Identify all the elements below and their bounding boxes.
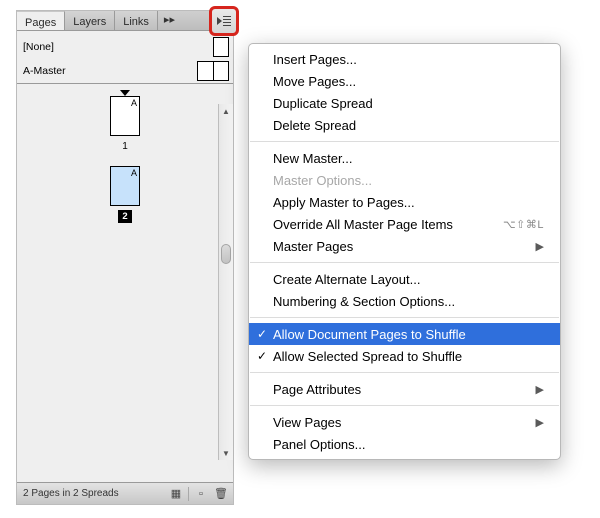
- menu-item-label: Page Attributes: [273, 382, 536, 397]
- panel-flyout-button[interactable]: [209, 6, 239, 36]
- menu-item[interactable]: Override All Master Page Items⌥⇧⌘L: [249, 213, 560, 235]
- page-number: 2: [118, 210, 131, 223]
- submenu-arrow-icon: ▶: [536, 383, 544, 396]
- menu-item-label: Apply Master to Pages...: [273, 195, 544, 210]
- menu-item[interactable]: Delete Spread: [249, 114, 560, 136]
- page-thumb[interactable]: A: [110, 96, 140, 136]
- menu-item-label: Duplicate Spread: [273, 96, 544, 111]
- master-row[interactable]: [None]: [23, 35, 229, 59]
- divider: [188, 487, 189, 501]
- checkmark-icon: ✓: [257, 349, 267, 363]
- menu-separator: [250, 262, 559, 263]
- page-block[interactable]: A 2: [110, 166, 140, 223]
- page-master-letter: A: [131, 98, 137, 108]
- pages-area: A 1 A 2 ▲ ▼: [17, 84, 233, 482]
- submenu-arrow-icon: ▶: [536, 240, 544, 253]
- panel-flyout-menu: Insert Pages... Move Pages... Duplicate Sp…: [248, 43, 561, 460]
- scroll-up-icon[interactable]: ▲: [219, 104, 233, 118]
- menu-item-label: Master Pages: [273, 239, 536, 254]
- scroll-down-icon[interactable]: ▼: [219, 446, 233, 460]
- section-marker-icon: [120, 90, 130, 96]
- menu-item[interactable]: Move Pages...: [249, 70, 560, 92]
- menu-item-label: Master Options...: [273, 173, 544, 188]
- pages-panel: Pages Layers Links ▸▸ [None] A-Master A: [16, 10, 234, 505]
- menu-item-label: Create Alternate Layout...: [273, 272, 544, 287]
- menu-separator: [250, 141, 559, 142]
- menu-item-label: Move Pages...: [273, 74, 544, 89]
- tab-links[interactable]: Links: [115, 11, 158, 30]
- menu-item-label: Numbering & Section Options...: [273, 294, 544, 309]
- menu-item-label: Delete Spread: [273, 118, 544, 133]
- trash-icon[interactable]: 🗑: [213, 486, 229, 502]
- menu-item[interactable]: ✓ Allow Document Pages to Shuffle: [249, 323, 560, 345]
- menu-item[interactable]: Create Alternate Layout...: [249, 268, 560, 290]
- menu-item[interactable]: Page Attributes▶: [249, 378, 560, 400]
- menu-item-label: View Pages: [273, 415, 536, 430]
- submenu-arrow-icon: ▶: [536, 416, 544, 429]
- menu-item-label: Allow Document Pages to Shuffle: [273, 327, 544, 342]
- master-label: [None]: [23, 41, 54, 53]
- menu-item-label: Panel Options...: [273, 437, 544, 452]
- page-number: 1: [122, 141, 128, 152]
- new-page-icon[interactable]: ▫: [193, 486, 209, 502]
- menu-separator: [250, 405, 559, 406]
- menu-item-label: Allow Selected Spread to Shuffle: [273, 349, 544, 364]
- master-row[interactable]: A-Master: [23, 59, 229, 83]
- masters-section: [None] A-Master: [17, 31, 233, 84]
- layout-grid-icon[interactable]: ▦: [168, 486, 184, 502]
- checkmark-icon: ✓: [257, 327, 267, 341]
- menu-item-label: Insert Pages...: [273, 52, 544, 67]
- scrollbar[interactable]: ▲ ▼: [218, 104, 233, 460]
- menu-item-label: New Master...: [273, 151, 544, 166]
- menu-item[interactable]: Master Pages▶: [249, 235, 560, 257]
- flyout-menu-icon: [217, 15, 231, 27]
- panel-statusbar: 2 Pages in 2 Spreads ▦ ▫ 🗑: [17, 482, 233, 504]
- master-label: A-Master: [23, 65, 66, 77]
- page-block[interactable]: A 1: [110, 96, 140, 152]
- page-master-letter: A: [131, 168, 137, 178]
- menu-item: Master Options...: [249, 169, 560, 191]
- menu-item[interactable]: Insert Pages...: [249, 48, 560, 70]
- menu-item[interactable]: ✓ Allow Selected Spread to Shuffle: [249, 345, 560, 367]
- menu-item[interactable]: New Master...: [249, 147, 560, 169]
- status-text: 2 Pages in 2 Spreads: [21, 488, 164, 499]
- menu-item[interactable]: Numbering & Section Options...: [249, 290, 560, 312]
- panel-tabbar: Pages Layers Links ▸▸: [17, 11, 233, 31]
- menu-item[interactable]: View Pages▶: [249, 411, 560, 433]
- menu-separator: [250, 317, 559, 318]
- tab-layers[interactable]: Layers: [65, 11, 115, 30]
- page-thumb[interactable]: A: [110, 166, 140, 206]
- menu-item[interactable]: Duplicate Spread: [249, 92, 560, 114]
- master-thumb-none: [213, 37, 229, 57]
- menu-item[interactable]: Panel Options...: [249, 433, 560, 455]
- master-thumb-a-master: [197, 61, 229, 81]
- menu-shortcut: ⌥⇧⌘L: [503, 218, 544, 231]
- menu-item[interactable]: Apply Master to Pages...: [249, 191, 560, 213]
- tab-pages[interactable]: Pages: [17, 11, 65, 30]
- tabs-overflow-icon[interactable]: ▸▸: [158, 11, 181, 30]
- scroll-thumb[interactable]: [221, 244, 231, 264]
- menu-separator: [250, 372, 559, 373]
- menu-item-label: Override All Master Page Items: [273, 217, 503, 232]
